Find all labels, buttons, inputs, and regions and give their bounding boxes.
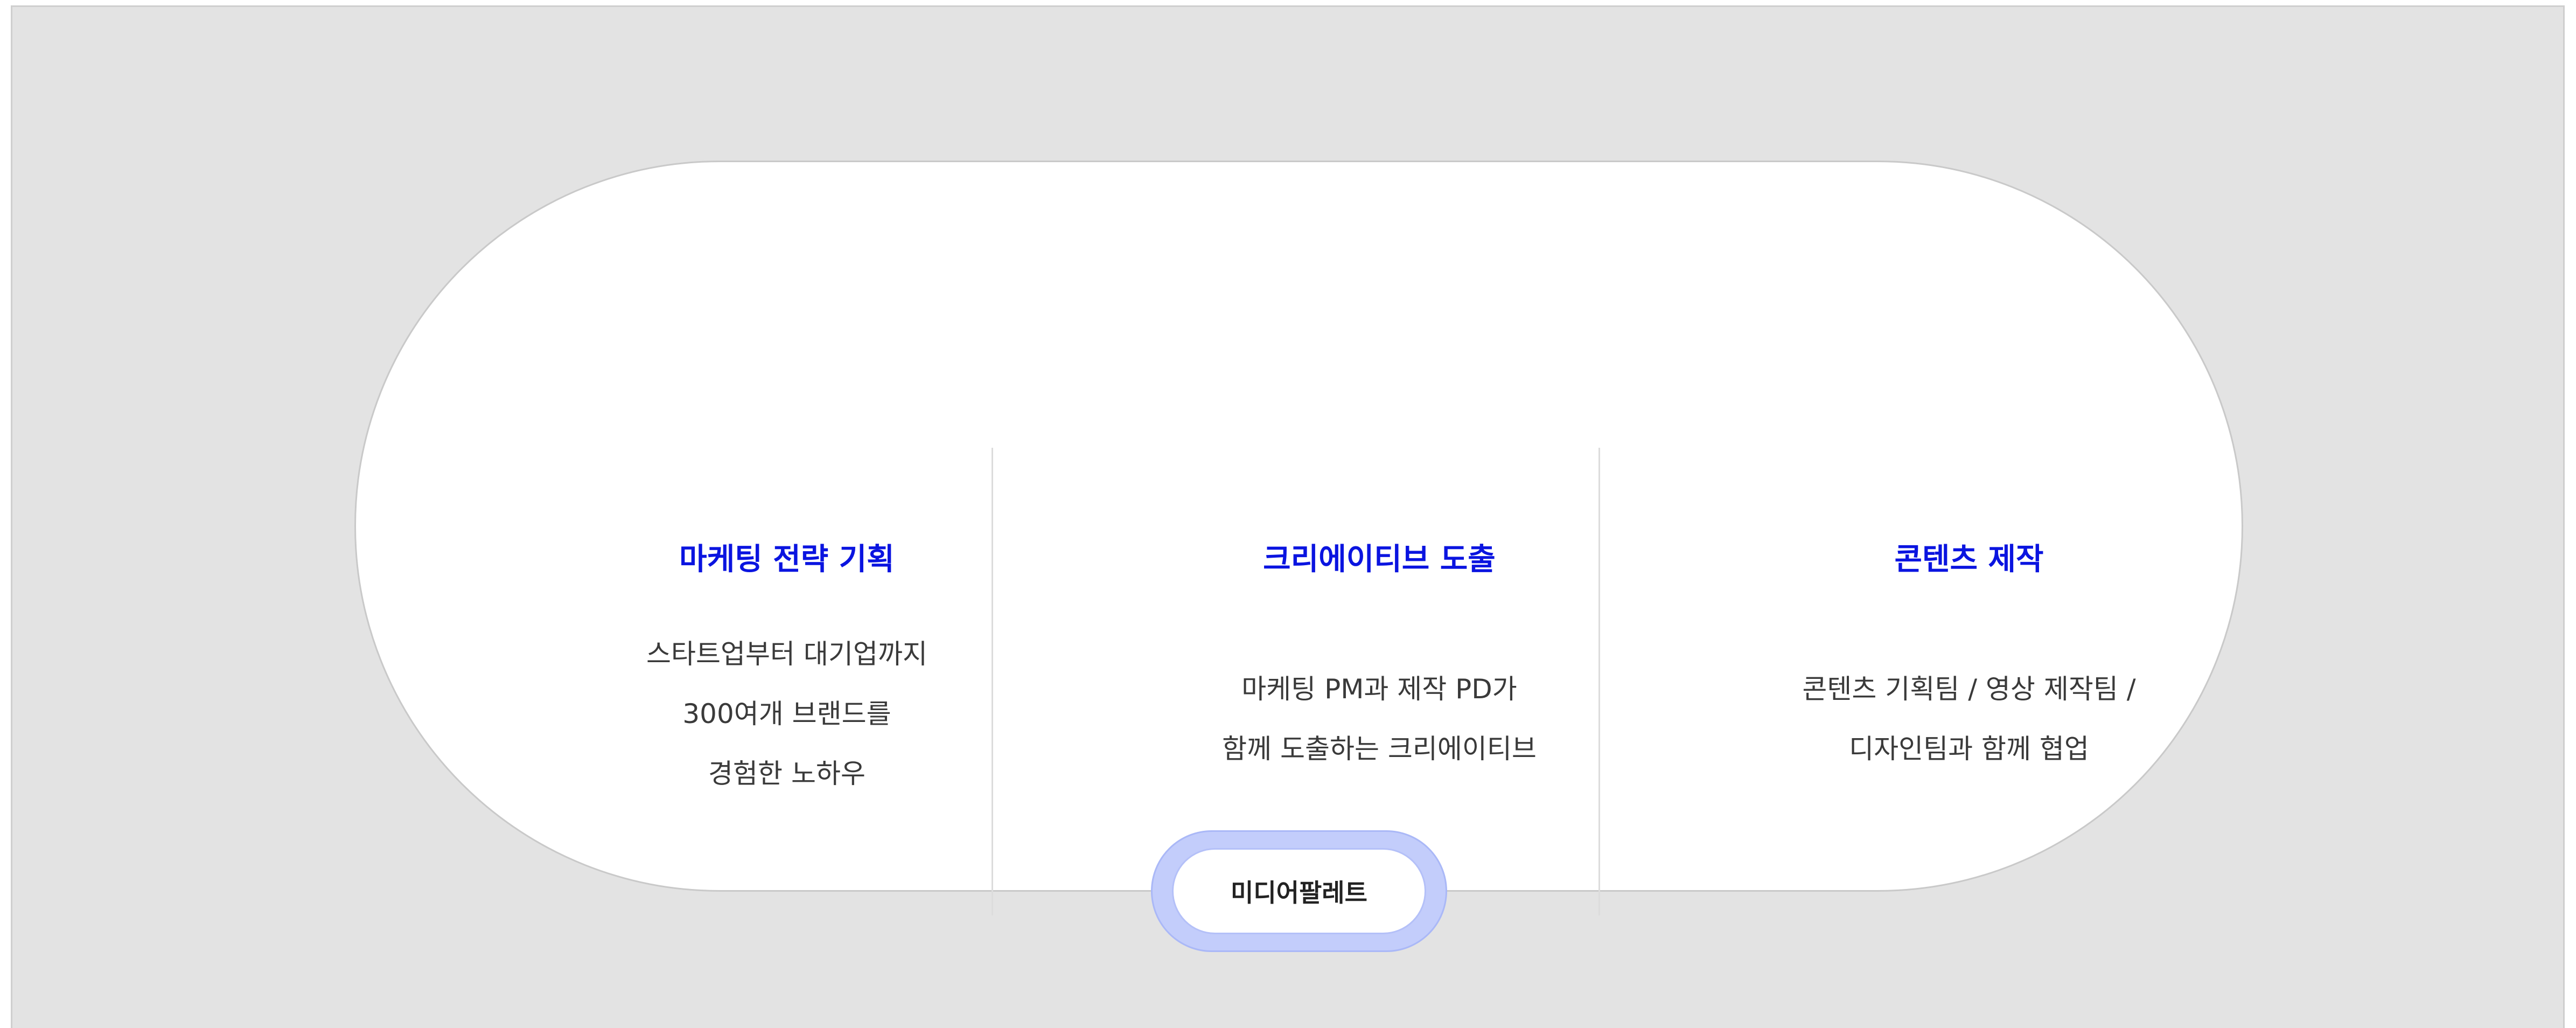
service-line: 경험한 노하우: [708, 758, 865, 789]
service-line: 함께 도출하는 크리에이티브: [1222, 733, 1537, 765]
service-title-creative: 크리에이티브 도출: [1263, 542, 1496, 577]
column-divider: [992, 448, 993, 915]
service-line: 콘텐츠 기획팀 / 영상 제작팀 /: [1802, 673, 2136, 705]
service-column-creative: 크리에이티브 도출 마케팅 PM과 제작 PD가 함께 도출하는 크리에이티브: [1137, 538, 1622, 779]
column-divider: [1598, 448, 1600, 915]
services-pill-card: 마케팅 전략 기획 스타트업부터 대기업까지 300여개 브랜드를 경험한 노하…: [354, 161, 2243, 915]
service-column-strategy: 마케팅 전략 기획 스타트업부터 대기업까지 300여개 브랜드를 경험한 노하…: [544, 538, 1029, 804]
service-line: 디자인팀과 함께 협업: [1849, 733, 2089, 765]
brand-badge: 미디어팔레트: [1151, 830, 1447, 952]
service-line: 마케팅 PM과 제작 PD가: [1241, 673, 1517, 705]
service-title-strategy: 마케팅 전략 기획: [679, 542, 895, 577]
service-title-content: 콘텐츠 제작: [1894, 542, 2044, 577]
service-column-content: 콘텐츠 제작 콘텐츠 기획팀 / 영상 제작팀 / 디자인팀과 함께 협업: [1727, 538, 2211, 779]
brand-badge-label: 미디어팔레트: [1172, 848, 1426, 934]
service-line: 스타트업부터 대기업까지: [646, 638, 927, 670]
page-frame: 마케팅 전략 기획 스타트업부터 대기업까지 300여개 브랜드를 경험한 노하…: [11, 5, 2565, 1028]
service-line: 300여개 브랜드를: [682, 698, 891, 730]
